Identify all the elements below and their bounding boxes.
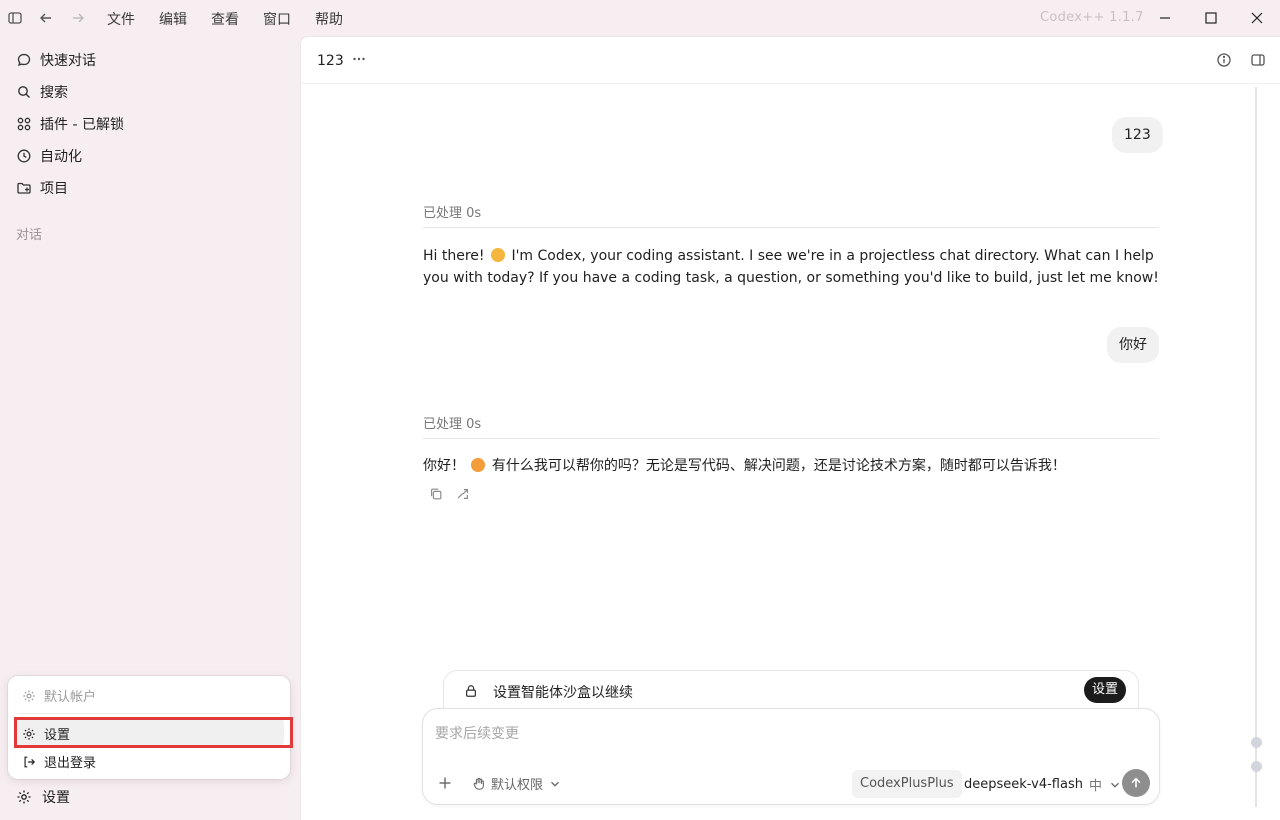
sidebar-settings-button[interactable]: 设置 bbox=[16, 787, 70, 807]
back-arrow-icon[interactable] bbox=[38, 10, 54, 26]
composer: 要求后续变更 默认权限 CodexPlusPlus deepseek-v4-fl… bbox=[422, 708, 1160, 805]
composer-input[interactable]: 要求后续变更 bbox=[435, 723, 519, 743]
conversation-panel: 123 123 已处理 0s Hi there! I'm Codex, your… bbox=[300, 36, 1280, 820]
sidebar-item-label: 自动化 bbox=[40, 149, 82, 165]
logout-icon bbox=[22, 755, 36, 769]
sidebar-item-search[interactable]: 搜索 bbox=[16, 81, 68, 103]
close-icon[interactable] bbox=[1248, 9, 1266, 27]
chevron-down-icon bbox=[1108, 778, 1122, 792]
section-label-conversations: 对话 bbox=[16, 228, 43, 243]
sandbox-banner: 设置智能体沙盒以继续 设置 bbox=[443, 670, 1139, 710]
scrollbar[interactable] bbox=[1255, 87, 1257, 807]
processing-status[interactable]: 已处理 0s bbox=[423, 413, 481, 432]
title-bar: 文件 编辑 查看 窗口 帮助 Codex++ 1.1.7 bbox=[0, 0, 1280, 36]
plus-icon[interactable] bbox=[437, 775, 453, 791]
message-text: I'm Codex, your coding assistant. I see … bbox=[423, 248, 1159, 286]
lock-icon bbox=[464, 684, 478, 698]
menu-window[interactable]: 窗口 bbox=[263, 9, 291, 29]
info-icon[interactable] bbox=[1216, 52, 1232, 68]
sidebar-item-projects[interactable]: 项目 bbox=[16, 177, 68, 199]
conversation-title[interactable]: 123 bbox=[317, 53, 344, 69]
clock-icon bbox=[16, 148, 32, 164]
folder-icon bbox=[16, 180, 32, 196]
sandbox-setup-button[interactable]: 设置 bbox=[1083, 677, 1126, 703]
menu-view[interactable]: 查看 bbox=[211, 9, 239, 29]
highlight-box bbox=[14, 717, 293, 748]
more-options-icon[interactable] bbox=[351, 51, 367, 67]
maximize-icon[interactable] bbox=[1202, 9, 1220, 27]
status-divider bbox=[423, 227, 1159, 228]
model-selector[interactable]: deepseek-v4-flash 中 bbox=[964, 775, 1122, 794]
permission-dropdown[interactable]: 默认权限 bbox=[472, 774, 562, 793]
assistant-message: Hi there! I'm Codex, your coding assista… bbox=[423, 245, 1159, 289]
sidebar-toggle-icon[interactable] bbox=[7, 10, 23, 26]
sidebar-item-label: 搜索 bbox=[40, 85, 68, 101]
sidebar-item-label: 项目 bbox=[40, 181, 68, 197]
account-label: 默认帐户 bbox=[44, 690, 97, 705]
gear-icon bbox=[22, 689, 36, 703]
search-icon bbox=[16, 84, 32, 100]
sandbox-banner-text: 设置智能体沙盒以继续 bbox=[493, 685, 633, 701]
scroll-marker[interactable] bbox=[1251, 737, 1262, 748]
status-divider bbox=[423, 438, 1159, 439]
user-message: 123 bbox=[1112, 117, 1163, 153]
user-message: 你好 bbox=[1107, 327, 1159, 363]
message-text: Hi there! bbox=[423, 248, 485, 264]
message-text: 你好！ bbox=[423, 458, 465, 474]
send-button[interactable] bbox=[1122, 769, 1150, 797]
smiling-face-icon bbox=[471, 458, 486, 472]
sidebar-item-plugins[interactable]: 插件 - 已解锁 bbox=[16, 113, 124, 135]
waving-hand-icon bbox=[490, 248, 505, 262]
sidebar-item-automation[interactable]: 自动化 bbox=[16, 145, 82, 167]
message-text: 有什么我可以帮你的吗？无论是写代码、解决问题，还是讨论技术方案，随时都可以告诉我… bbox=[491, 458, 1066, 474]
account-menu-header: 默认帐户 bbox=[22, 686, 96, 705]
branch-icon[interactable] bbox=[456, 487, 470, 501]
menu-file[interactable]: 文件 bbox=[107, 9, 135, 29]
menu-item-label: 退出登录 bbox=[44, 756, 97, 771]
sidebar-item-label: 快速对话 bbox=[40, 53, 96, 69]
assistant-message: 你好！ 有什么我可以帮你的吗？无论是写代码、解决问题，还是讨论技术方案，随时都可… bbox=[423, 455, 1159, 477]
panel-toggle-icon[interactable] bbox=[1250, 52, 1266, 68]
forward-arrow-icon[interactable] bbox=[70, 10, 86, 26]
arrow-up-icon bbox=[1131, 777, 1141, 788]
sidebar-item-quick-chat[interactable]: 快速对话 bbox=[16, 49, 96, 71]
processing-status[interactable]: 已处理 0s bbox=[423, 202, 481, 221]
provider-chip[interactable]: CodexPlusPlus bbox=[852, 770, 962, 798]
permission-label: 默认权限 bbox=[491, 778, 544, 793]
header-divider bbox=[301, 83, 1280, 84]
chevron-down-icon bbox=[548, 777, 562, 791]
gear-icon bbox=[16, 789, 32, 805]
menu-help[interactable]: 帮助 bbox=[315, 9, 343, 29]
sidebar-item-label: 插件 - 已解锁 bbox=[40, 117, 124, 133]
hand-icon bbox=[472, 777, 486, 791]
reasoning-level: 中 bbox=[1088, 779, 1102, 794]
menu-divider bbox=[18, 713, 280, 714]
grid-icon bbox=[16, 116, 32, 132]
copy-icon[interactable] bbox=[429, 487, 443, 501]
app-version: Codex++ 1.1.7 bbox=[1040, 10, 1144, 25]
menu-item-logout[interactable]: 退出登录 bbox=[22, 752, 96, 771]
sidebar-settings-label: 设置 bbox=[42, 790, 70, 806]
scroll-marker[interactable] bbox=[1251, 761, 1262, 772]
model-name: deepseek-v4-flash bbox=[964, 777, 1083, 792]
menu-edit[interactable]: 编辑 bbox=[159, 9, 187, 29]
minimize-icon[interactable] bbox=[1156, 9, 1174, 27]
chat-bubble-icon bbox=[16, 52, 32, 68]
